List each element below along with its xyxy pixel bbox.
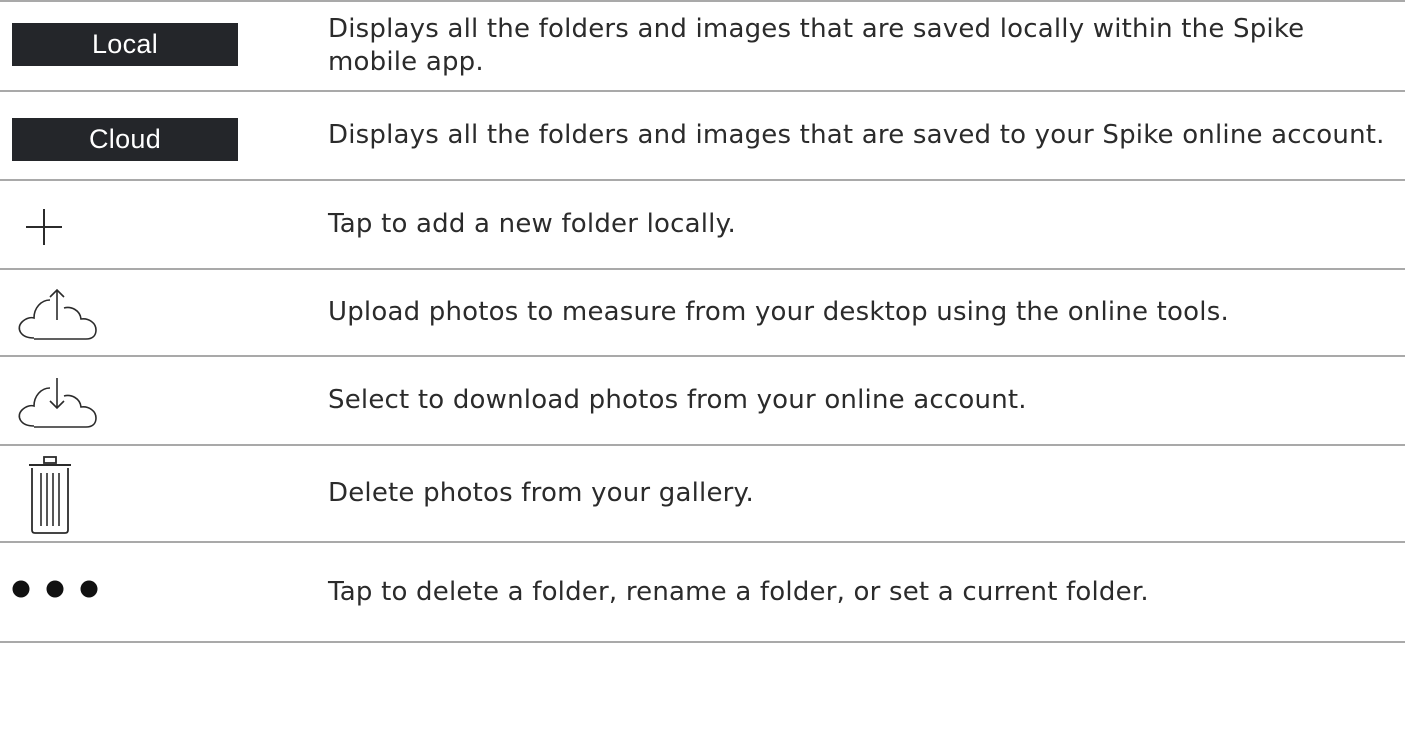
icon-legend-table: Local Displays all the folders and image… [0, 0, 1405, 744]
cloud-download-icon[interactable] [14, 374, 100, 430]
plus-icon[interactable] [24, 207, 64, 247]
legend-description: Displays all the folders and images that… [328, 14, 1305, 77]
legend-icon-cell [0, 181, 328, 268]
cloud-upload-icon[interactable] [14, 286, 100, 342]
legend-description: Delete photos from your gallery. [328, 478, 754, 508]
legend-row-cloud: Cloud Displays all the folders and image… [0, 92, 1405, 181]
trash-icon[interactable] [28, 456, 72, 534]
legend-description: Tap to delete a folder, rename a folder,… [328, 576, 1149, 607]
legend-icon-cell [0, 543, 328, 641]
legend-row-local: Local Displays all the folders and image… [0, 2, 1405, 92]
legend-description: Displays all the folders and images that… [328, 120, 1385, 150]
legend-row-download: Select to download photos from your onli… [0, 357, 1405, 446]
legend-icon-cell [0, 357, 328, 444]
cloud-tab-button[interactable]: Cloud [12, 118, 238, 161]
legend-icon-cell: Cloud [0, 92, 328, 179]
legend-description: Select to download photos from your onli… [328, 385, 1027, 415]
legend-row-more-options: Tap to delete a folder, rename a folder,… [0, 543, 1405, 643]
legend-description: Upload photos to measure from your deskt… [328, 297, 1229, 327]
more-dots-icon[interactable] [11, 579, 101, 599]
legend-description: Tap to add a new folder locally. [328, 209, 736, 239]
legend-row-delete: Delete photos from your gallery. [0, 446, 1405, 543]
legend-row-upload: Upload photos to measure from your deskt… [0, 270, 1405, 357]
legend-icon-cell: Local [0, 2, 328, 90]
legend-icon-cell [0, 446, 328, 541]
local-tab-button[interactable]: Local [12, 23, 238, 66]
legend-icon-cell [0, 270, 328, 355]
legend-row-add-folder: Tap to add a new folder locally. [0, 181, 1405, 270]
